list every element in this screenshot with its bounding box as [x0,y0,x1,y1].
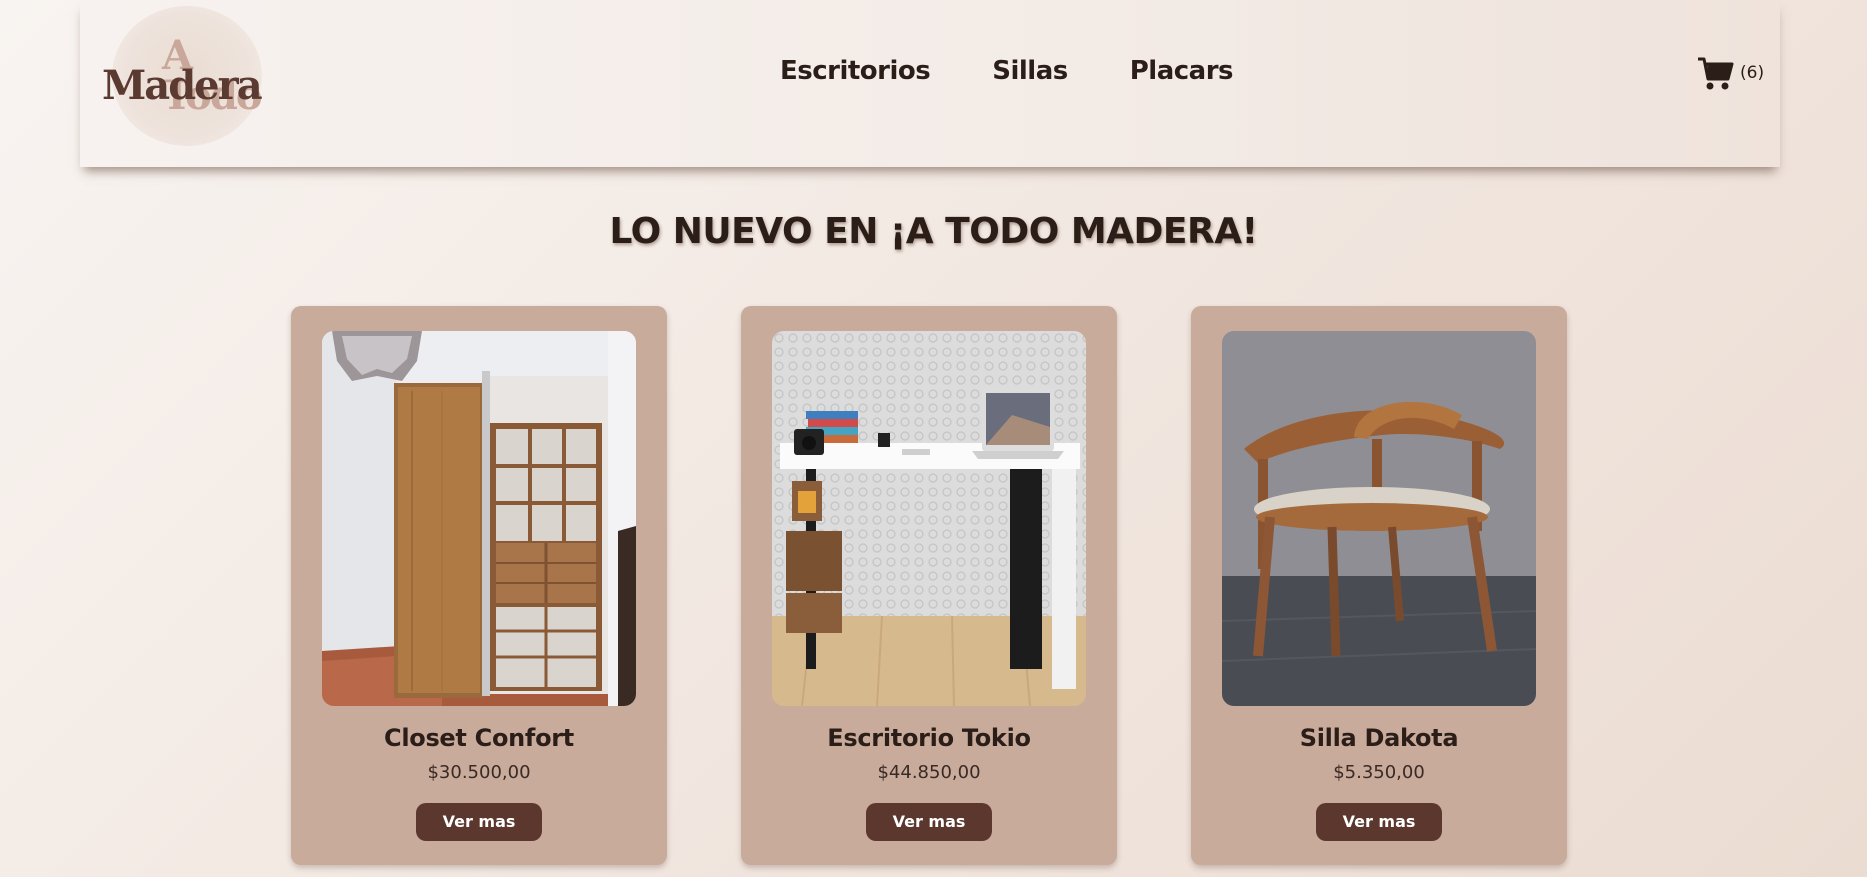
site-header: A Todo Madera Escritorios Sillas Placars… [80,0,1780,167]
cart-button[interactable]: (6) [1696,55,1764,93]
product-card: Escritorio Tokio $44.850,00 Ver mas [741,306,1117,865]
closet-photo[interactable] [322,331,636,706]
page-title: LO NUEVO EN ¡A TODO MADERA! [609,211,1258,252]
product-price: $44.850,00 [877,762,981,783]
product-card: Silla Dakota $5.350,00 Ver mas [1191,306,1567,865]
nav-item-sillas[interactable]: Sillas [992,56,1068,86]
logo-text-bottom: Madera [102,62,263,109]
product-card: Closet Confort $30.500,00 Ver mas [291,306,667,865]
brand-logo[interactable]: A Todo Madera [102,6,263,146]
ver-mas-button[interactable]: Ver mas [1316,803,1442,841]
cart-icon [1698,57,1734,90]
product-name: Closet Confort [384,724,574,752]
main-nav: Escritorios Sillas Placars [780,56,1234,86]
product-name: Escritorio Tokio [827,724,1031,752]
product-name: Silla Dakota [1299,724,1459,752]
product-price: $30.500,00 [427,762,531,783]
ver-mas-button[interactable]: Ver mas [416,803,542,841]
ver-mas-button[interactable]: Ver mas [866,803,992,841]
nav-item-escritorios[interactable]: Escritorios [780,56,931,86]
chair-photo[interactable] [1222,331,1536,706]
product-price: $5.350,00 [1333,762,1425,783]
desk-photo[interactable] [772,331,1086,706]
nav-item-placars[interactable]: Placars [1130,56,1234,86]
cart-count: (6) [1740,63,1765,83]
